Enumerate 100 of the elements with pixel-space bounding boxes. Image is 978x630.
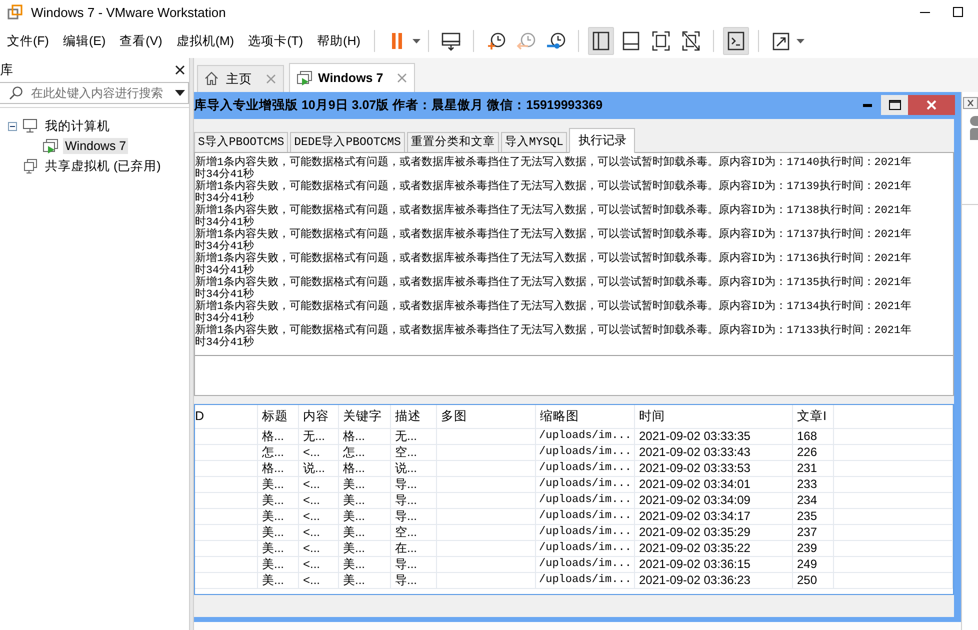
sidebar-layout-icon[interactable] (588, 27, 614, 55)
log-line: 新增1条内容失败，可能数据格式有问题，或者数据库被杀毒挡住了无法写入数据，可以尝试暂时卸载杀毒。原内容ID为：17134执行时间：2021年 (195, 301, 912, 313)
column-header[interactable]: 内容 (299, 405, 339, 429)
menu-item[interactable]: 虚拟机(M) (169, 30, 242, 52)
tab[interactable]: DEDE导入PBOOTCMS (290, 132, 405, 152)
table-cell: /uploads/im... (536, 541, 635, 557)
column-header[interactable]: D (195, 405, 258, 429)
home-icon (204, 71, 220, 87)
table-cell: 导... (391, 493, 437, 509)
window-title: 库导入专业增强版 10月9日 3.07版 作者：晨星傲月 微信：15919993369 (194, 97, 603, 114)
table-cell: <... (299, 573, 339, 589)
table-cell: 235 (793, 509, 834, 525)
table-cell: 2021-09-02 03:36:23 (635, 573, 793, 589)
menu-item[interactable]: 文件(F) (0, 30, 56, 52)
log-line: 时34分41秒 (195, 217, 254, 229)
table-cell: 2021-09-02 03:33:35 (635, 429, 793, 445)
table-cell: 239 (793, 541, 834, 557)
log-line: 新增1条内容失败，可能数据格式有问题，或者数据库被杀毒挡住了无法写入数据，可以尝试暂时卸载杀毒。原内容ID为：17138执行时间：2021年 (195, 205, 912, 217)
table-cell: 格... (339, 461, 391, 477)
table-cell: 2021-09-02 03:33:43 (635, 445, 793, 461)
table-cell: 说... (391, 461, 437, 477)
column-header[interactable]: 时间 (635, 405, 793, 429)
maximize-button[interactable] (881, 95, 908, 115)
table-cell: 2021-09-02 03:34:09 (635, 493, 793, 509)
log-textbox[interactable] (195, 153, 953, 356)
tab[interactable]: 主页 (197, 65, 284, 92)
column-header[interactable]: 关键字 (339, 405, 391, 429)
screen-play-icon (42, 138, 58, 154)
close-icon[interactable] (963, 97, 978, 109)
table-cell: 168 (793, 429, 834, 445)
table-cell: 美... (258, 509, 299, 525)
table-cell: 美... (339, 541, 391, 557)
tree-item[interactable]: 我的计算机 (43, 116, 112, 136)
column-header[interactable]: 缩略图 (536, 405, 635, 429)
table-cell: 导... (391, 557, 437, 573)
table-cell: 美... (258, 477, 299, 493)
terminal-icon[interactable] (723, 27, 750, 55)
tree-item[interactable]: 共享虚拟机 (已弃用) (43, 156, 163, 176)
table-cell: 2021-09-02 03:35:29 (635, 525, 793, 541)
caret-icon[interactable] (175, 90, 185, 96)
table-cell: /uploads/im... (536, 509, 635, 525)
tab[interactable]: S导入PBOOTCMS (194, 132, 288, 152)
table-cell: /uploads/im... (536, 493, 635, 509)
table-cell: 格... (339, 429, 391, 445)
table-cell: <... (299, 445, 339, 461)
close-icon (926, 100, 937, 110)
menu-item[interactable]: 编辑(E) (56, 30, 113, 52)
column-header[interactable]: 标题 (258, 405, 299, 429)
table-cell: /uploads/im... (536, 557, 635, 573)
table-cell: 在... (391, 541, 437, 557)
column-header[interactable]: 多图 (437, 405, 536, 429)
tab[interactable]: 执行记录 (569, 128, 636, 153)
column-header[interactable]: 文章I (793, 405, 834, 429)
tab[interactable]: Windows 7 (289, 63, 416, 92)
search-field[interactable]: 在此处键入内容进行搜索 (0, 82, 189, 104)
close-button[interactable] (908, 95, 955, 115)
log-line: 时34分41秒 (195, 289, 254, 301)
table-cell: 美... (258, 493, 299, 509)
monitor-icon (22, 118, 38, 134)
menu-item[interactable]: 帮助(H) (310, 30, 368, 52)
table-cell: 怎... (258, 445, 299, 461)
search-icon (9, 86, 23, 100)
maximize-icon[interactable] (953, 7, 963, 17)
tab[interactable]: 导入MYSQL (500, 132, 568, 152)
table-cell: 美... (339, 493, 391, 509)
table-cell: 导... (391, 509, 437, 525)
person-icon (970, 116, 978, 140)
table-cell: /uploads/im... (536, 461, 635, 477)
table-cell: 250 (793, 573, 834, 589)
table-cell: 美... (339, 525, 391, 541)
collapse-icon[interactable] (8, 122, 17, 130)
tab[interactable]: 重置分类和文章 (406, 132, 499, 152)
table-cell: 美... (339, 557, 391, 573)
table-cell: /uploads/im... (536, 525, 635, 541)
menu-item[interactable]: 查看(V) (112, 30, 170, 52)
log-line: 新增1条内容失败，可能数据格式有问题，或者数据库被杀毒挡住了无法写入数据，可以尝试暂时卸载杀毒。原内容ID为：17139执行时间：2021年 (195, 181, 912, 193)
table-cell: 美... (258, 573, 299, 589)
table-cell: 美... (339, 477, 391, 493)
log-line: 新增1条内容失败，可能数据格式有问题，或者数据库被杀毒挡住了无法写入数据，可以尝试暂时卸载杀毒。原内容ID为：17137执行时间：2021年 (195, 229, 912, 241)
log-line: 时34分41秒 (195, 193, 254, 205)
table-cell: 226 (793, 445, 834, 461)
app-logo-icon (7, 4, 23, 20)
log-line: 时34分41秒 (195, 265, 254, 277)
table-cell: 美... (339, 573, 391, 589)
table-cell: 美... (258, 557, 299, 573)
log-line: 新增1条内容失败，可能数据格式有问题，或者数据库被杀毒挡住了无法写入数据，可以尝试暂时卸载杀毒。原内容ID为：17135执行时间：2021年 (195, 277, 912, 289)
table-cell: /uploads/im... (536, 445, 635, 461)
table-cell: 无... (391, 429, 437, 445)
column-header[interactable]: 描述 (391, 405, 437, 429)
table-cell: /uploads/im... (536, 477, 635, 493)
table-cell: 美... (258, 541, 299, 557)
log-line: 新增1条内容失败，可能数据格式有问题，或者数据库被杀毒挡住了无法写入数据，可以尝试暂时卸载杀毒。原内容ID为：17140执行时间：2021年 (195, 157, 912, 169)
table-cell: 美... (339, 509, 391, 525)
menu-item[interactable]: 选项卡(T) (241, 30, 310, 52)
table-cell: 2021-09-02 03:35:22 (635, 541, 793, 557)
tree-item[interactable]: Windows 7 (63, 138, 128, 154)
table-cell: 2021-09-02 03:36:15 (635, 557, 793, 573)
close-icon[interactable] (175, 65, 185, 75)
table-cell: /uploads/im... (536, 429, 635, 445)
table-cell: 空... (391, 445, 437, 461)
